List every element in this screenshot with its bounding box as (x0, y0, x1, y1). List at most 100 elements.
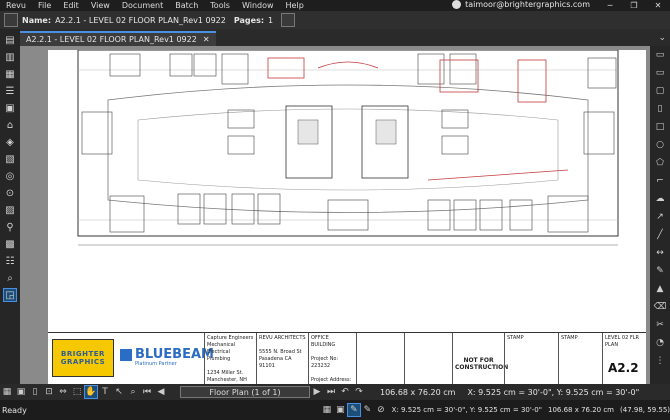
snap-icon[interactable]: ▣ (14, 385, 28, 399)
single-page-icon[interactable]: ▯ (28, 385, 42, 399)
text-box-icon[interactable]: ▭ (653, 48, 667, 62)
measure-icon[interactable]: ◔ (653, 336, 667, 350)
forms-icon[interactable]: ☷ (3, 254, 17, 268)
account-email: taimoor@brightergraphics.com (465, 0, 590, 9)
thumbnails-icon[interactable]: ▤ (3, 33, 17, 47)
polyline-icon[interactable]: ⌐ (653, 174, 667, 188)
fit-page-icon[interactable]: ⊡ (42, 385, 56, 399)
document-menu-icon[interactable] (281, 13, 296, 27)
pages-value: 1 (268, 15, 274, 25)
user-icon (452, 0, 462, 9)
revisions-cell (404, 333, 452, 384)
bookmarks-icon[interactable]: ▥ (3, 50, 17, 64)
next-page-icon[interactable]: ▶ (310, 385, 324, 399)
architect-cell: REVU ARCHITECTS 5555 N. Broad St Pasaden… (256, 333, 308, 384)
snap-toggle-icon[interactable]: ▣ (334, 403, 348, 417)
close-icon[interactable]: ✕ (203, 35, 210, 44)
first-page-icon[interactable]: ⏮ (140, 385, 154, 399)
menu-tools[interactable]: Tools (204, 1, 236, 10)
menu-help[interactable]: Help (280, 1, 310, 10)
arrow-icon[interactable]: ↗ (653, 210, 667, 224)
stamp-icon[interactable]: ▯ (653, 102, 667, 116)
file-access-icon[interactable]: ▦ (3, 67, 17, 81)
polygon-icon[interactable]: ⬠ (653, 156, 667, 170)
select-icon[interactable]: ⬚ (70, 385, 84, 399)
pen-icon[interactable]: ✎ (653, 264, 667, 278)
measurements-icon[interactable]: ◎ (3, 169, 17, 183)
grid-icon[interactable]: ▦ (0, 385, 14, 399)
menu-view[interactable]: View (85, 1, 116, 10)
highlighter-icon[interactable]: ▲ (653, 282, 667, 296)
coordinates: X: 9.525 cm = 30'-0", Y: 9.525 cm = 30'-… (467, 387, 640, 397)
forward-icon[interactable]: ↷ (352, 385, 366, 399)
sync-icon[interactable]: ⊘ (374, 403, 388, 417)
menu-revu[interactable]: Revu (0, 1, 32, 10)
pointer-icon[interactable]: ↖ (112, 385, 126, 399)
account-area[interactable]: taimoor@brightergraphics.com (452, 0, 590, 9)
lasso-icon[interactable]: ✂ (653, 318, 667, 332)
menu-edit[interactable]: Edit (57, 1, 85, 10)
sheet-number: A2.2 (608, 361, 639, 375)
ready-status: Ready (2, 405, 27, 415)
project-cell: OFFICE BUILDING Project No: 223232 Proje… (308, 333, 356, 384)
dimension-icon[interactable]: ↔ (653, 246, 667, 260)
properties-icon[interactable]: ▧ (3, 152, 17, 166)
callout-icon[interactable]: ▭ (653, 66, 667, 80)
cloud-icon[interactable]: ☁ (653, 192, 667, 206)
more-tools-icon[interactable]: ⋮ (653, 354, 667, 368)
tab-floor-plan[interactable]: A2.2.1 - LEVEL 02 FLOOR PLAN_Rev1 0922 ✕ (20, 31, 216, 46)
page-selector[interactable]: Floor Plan (1 of 1) (180, 386, 310, 398)
ellipse-icon[interactable]: ○ (653, 138, 667, 152)
sets-icon[interactable]: ▨ (3, 203, 17, 217)
page-size: 106.68 x 76.20 cm (380, 387, 456, 397)
minimize-button[interactable]: ─ (598, 0, 622, 11)
markup-snap-icon[interactable]: ✎ (347, 403, 361, 417)
last-page-icon[interactable]: ⏭ (324, 385, 338, 399)
cursor-position: (47.98, 59.55) (620, 406, 670, 414)
studio-icon[interactable]: ▣ (3, 101, 17, 115)
sheet-title: LEVEL 02 FLR PLAN (602, 333, 646, 384)
document-icon (4, 13, 18, 27)
reuse-icon[interactable]: ✎ (361, 403, 375, 417)
status-bar: Ready ▦ ▣ ✎ ✎ ⊘ X: 9.525 cm = 30'-0", Y:… (0, 400, 670, 420)
name-value[interactable]: A2.2.1 - LEVEL 02 FLOOR PLAN_Rev1 0922 (55, 16, 226, 25)
spaces-icon[interactable]: ▩ (3, 237, 17, 251)
eraser-icon[interactable]: ⌫ (653, 300, 667, 314)
profile-icon[interactable]: ◲ (3, 288, 17, 302)
back-icon[interactable]: ↶ (338, 385, 352, 399)
layers-icon[interactable]: ◈ (3, 135, 17, 149)
tab-label: A2.2.1 - LEVEL 02 FLOOR PLAN_Rev1 0922 (26, 35, 197, 44)
document-tabs: A2.2.1 - LEVEL 02 FLOOR PLAN_Rev1 0922 ✕… (20, 31, 670, 46)
grid-toggle-icon[interactable]: ▦ (320, 403, 334, 417)
line-icon[interactable]: ╱ (653, 228, 667, 242)
prev-page-icon[interactable]: ◀ (154, 385, 168, 399)
left-panel-toolbar: ▤ ▥ ▦ ☰ ▣ ⌂ ◈ ▧ ◎ ⊙ ▨ ⚲ ▩ ☷ ⌕ ◲ (0, 29, 20, 407)
right-markup-toolbar: ▭ ▭ ▢ ▯ □ ○ ⬠ ⌐ ☁ ↗ ╱ ↔ ✎ ▲ ⌫ ✂ ◔ ⋮ (650, 46, 670, 407)
fit-width-icon[interactable]: ⇔ (56, 385, 70, 399)
not-for-construction: NOT FOR CONSTRUCTION (452, 333, 508, 384)
menu-file[interactable]: File (32, 1, 57, 10)
close-button[interactable]: ✕ (646, 0, 670, 11)
links-icon[interactable]: ⚲ (3, 220, 17, 234)
status-coordinates: X: 9.525 cm = 30'-0", Y: 9.525 cm = 30'-… (391, 406, 542, 414)
search-icon[interactable]: ⌕ (3, 271, 17, 285)
menu-document[interactable]: Document (116, 1, 169, 10)
chevron-down-icon[interactable]: ⌄ (658, 33, 666, 43)
stamp-cell-1: STAMP (504, 333, 558, 384)
text-select-icon[interactable]: T (98, 385, 112, 399)
menu-batch[interactable]: Batch (169, 1, 204, 10)
signatures-icon[interactable]: ⊙ (3, 186, 17, 200)
note-icon[interactable]: ▢ (653, 84, 667, 98)
rectangle-icon[interactable]: □ (653, 120, 667, 134)
status-page-size: 106.68 x 76.20 cm (547, 406, 615, 414)
restore-button[interactable]: ❐ (622, 0, 646, 11)
markups-list-icon[interactable]: ☰ (3, 84, 17, 98)
bluebeam-word: BLUEBEAM (135, 347, 214, 362)
pan-icon[interactable]: ✋ (84, 385, 98, 399)
toolchest-icon[interactable]: ⌂ (3, 118, 17, 132)
menu-window[interactable]: Window (236, 1, 280, 10)
partner-sub: Platinum Partner (135, 361, 177, 367)
zoom-icon[interactable]: ⌕ (126, 385, 140, 399)
window-controls: ─ ❐ ✕ (598, 0, 670, 11)
document-canvas[interactable]: BRIGHTER GRAPHICS BLUEBEAM Platinum Part… (20, 46, 650, 384)
